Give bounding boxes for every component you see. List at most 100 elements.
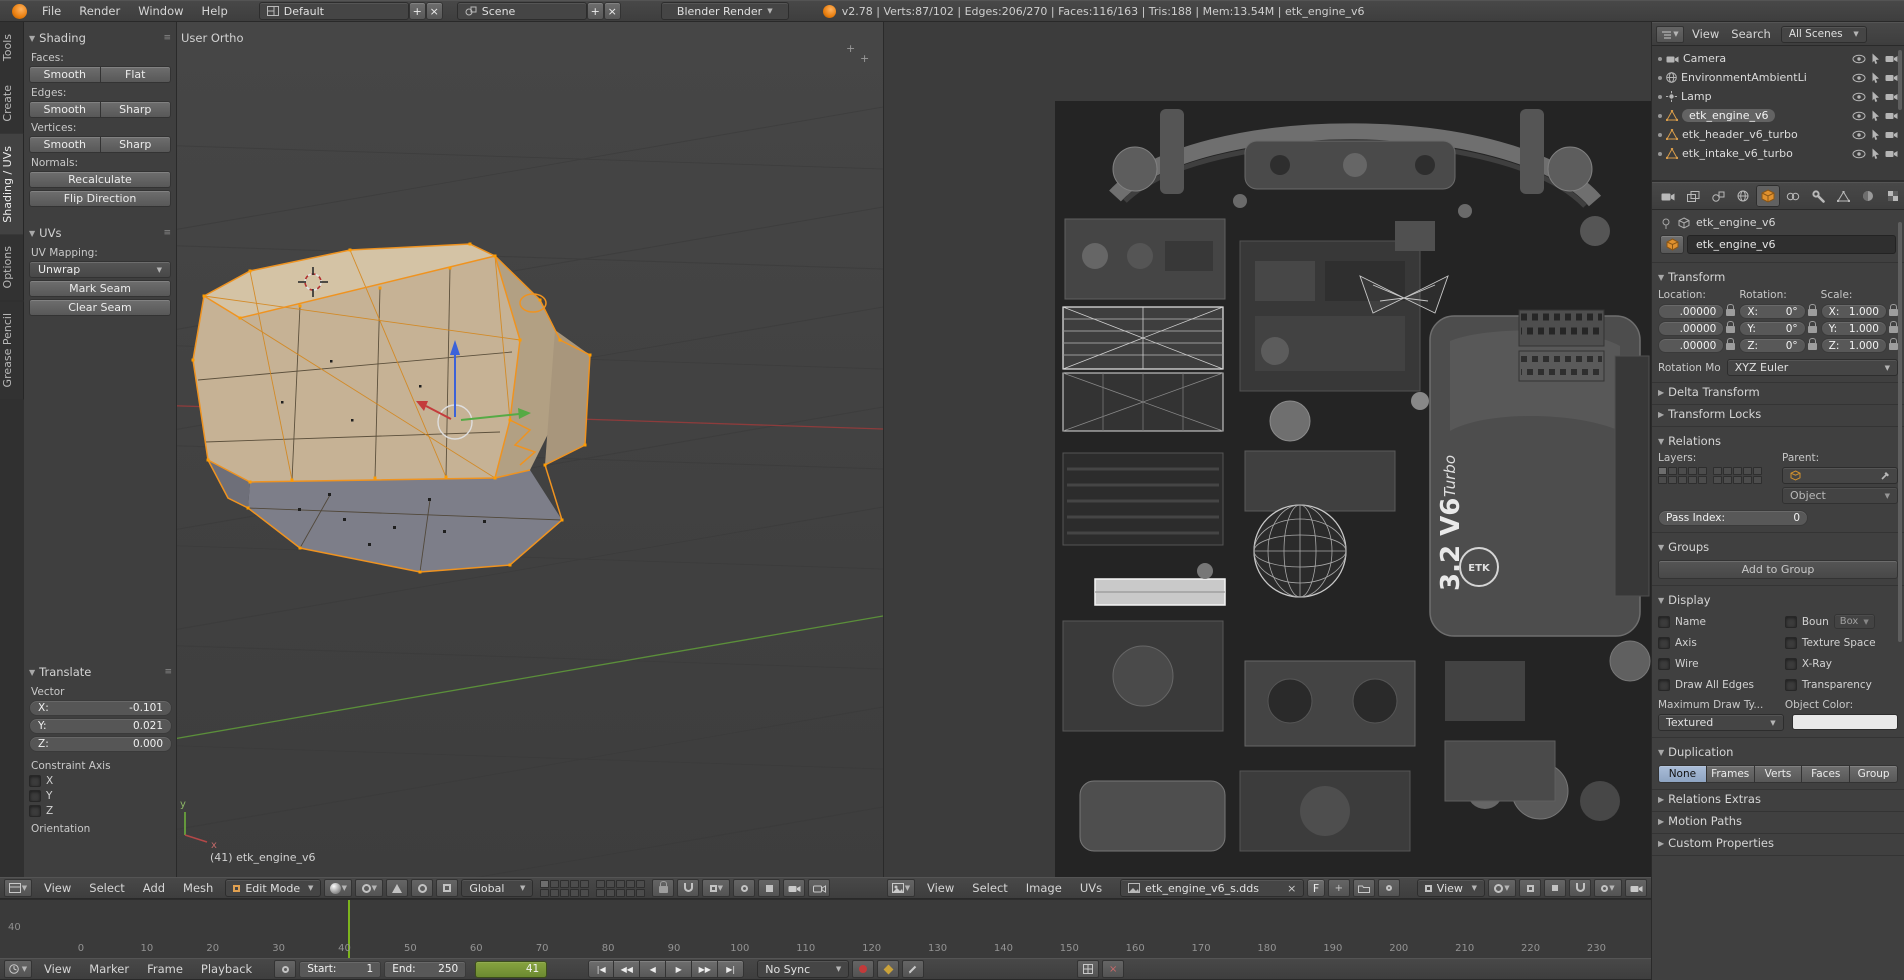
vertices-smooth-button[interactable]: Smooth xyxy=(29,136,101,153)
edges-smooth-button[interactable]: Smooth xyxy=(29,101,101,118)
selectability-cursor-icon[interactable] xyxy=(1871,129,1880,140)
mark-seam-button[interactable]: Mark Seam xyxy=(29,280,171,297)
display-transparency-checkbox[interactable] xyxy=(1785,679,1797,691)
lock-icon[interactable] xyxy=(1808,309,1817,316)
duplication-none-button[interactable]: None xyxy=(1658,765,1707,783)
tab-render[interactable] xyxy=(1656,185,1680,207)
opengl-anim-render-button[interactable] xyxy=(808,879,830,897)
pass-index-field[interactable]: Pass Index:0 xyxy=(1658,510,1808,526)
bounds-type-selector[interactable]: Box▼ xyxy=(1834,614,1875,629)
editor-type-button[interactable]: ▼ xyxy=(887,879,915,897)
new-image-button[interactable]: + xyxy=(1328,879,1350,897)
display-texture-space-checkbox[interactable] xyxy=(1785,637,1797,649)
manipulator-scale-button[interactable] xyxy=(436,879,458,897)
renderability-camera-icon[interactable] xyxy=(1885,92,1898,101)
duplication-frames-button[interactable]: Frames xyxy=(1707,765,1755,783)
duplication-faces-button[interactable]: Faces xyxy=(1802,765,1850,783)
snap-element-button[interactable]: ▼ xyxy=(702,879,730,897)
tab-create[interactable]: Create xyxy=(0,73,24,134)
motion-paths-panel-header[interactable]: ▶Motion Paths xyxy=(1652,812,1904,834)
region-split-icon[interactable]: + xyxy=(846,42,855,55)
menu-item[interactable]: UVs xyxy=(1071,878,1111,898)
object-color-swatch[interactable] xyxy=(1792,714,1898,730)
menu-item[interactable]: View xyxy=(35,959,80,979)
lock-icon[interactable] xyxy=(1889,343,1898,350)
menu-item[interactable]: File xyxy=(33,1,70,21)
tab-scene[interactable] xyxy=(1706,185,1730,207)
region-split-icon[interactable]: + xyxy=(860,52,869,65)
add-scene-button[interactable]: + xyxy=(587,2,604,20)
rotation-mode-selector[interactable]: XYZ Euler▼ xyxy=(1727,359,1898,376)
rotation-z-field[interactable]: Z:0° xyxy=(1739,338,1805,353)
menu-item[interactable]: Select xyxy=(80,878,133,898)
play-button[interactable]: ▶ xyxy=(666,960,692,978)
location-z-field[interactable]: .00000 xyxy=(1658,338,1724,353)
lock-icon[interactable] xyxy=(1889,326,1898,333)
display-name-checkbox[interactable] xyxy=(1658,616,1670,628)
renderability-camera-icon[interactable] xyxy=(1885,54,1898,63)
image-datablock-selector[interactable]: etk_engine_v6_s.dds × xyxy=(1120,879,1304,897)
eyedropper-icon[interactable] xyxy=(1880,470,1890,481)
visibility-eye-icon[interactable] xyxy=(1852,130,1866,140)
tab-texture[interactable] xyxy=(1881,185,1904,207)
tab-object-data[interactable] xyxy=(1831,185,1855,207)
lock-icon[interactable] xyxy=(1726,309,1735,316)
custom-properties-panel-header[interactable]: ▶Custom Properties xyxy=(1652,834,1904,856)
menu-item[interactable]: Image xyxy=(1017,878,1071,898)
uv-sync-selection-button[interactable] xyxy=(1519,879,1541,897)
tab-options[interactable]: Options xyxy=(0,234,24,300)
manipulator-translate-button[interactable] xyxy=(386,879,408,897)
object-layers-widget[interactable] xyxy=(1658,467,1774,484)
blender-logo-icon[interactable] xyxy=(12,4,27,19)
snap-toggle-button[interactable] xyxy=(677,879,699,897)
constraint-x-checkbox[interactable] xyxy=(29,775,41,787)
constraint-y-checkbox[interactable] xyxy=(29,790,41,802)
outliner-row-etk-intake[interactable]: etk_intake_v6_turbo xyxy=(1654,144,1902,163)
menu-item[interactable]: Mesh xyxy=(174,878,222,898)
parent-object-field[interactable] xyxy=(1782,467,1898,484)
duplication-panel-header[interactable]: ▼Duplication xyxy=(1658,741,1898,763)
menu-item[interactable]: View xyxy=(1686,23,1725,45)
render-result-button[interactable] xyxy=(1625,879,1647,897)
selectability-cursor-icon[interactable] xyxy=(1871,91,1880,102)
properties-scrollbar[interactable] xyxy=(1898,222,1902,642)
display-panel-header[interactable]: ▼Display xyxy=(1658,589,1898,611)
menu-item[interactable]: Select xyxy=(963,878,1016,898)
outliner-row-etk-engine[interactable]: etk_engine_v6 xyxy=(1654,106,1902,125)
menu-item[interactable]: Frame xyxy=(138,959,192,979)
outliner-scope-selector[interactable]: All Scenes ▼ xyxy=(1781,26,1867,43)
viewport-shading-button[interactable]: ▼ xyxy=(324,879,352,897)
open-image-button[interactable] xyxy=(1353,879,1375,897)
auto-keyframe-button[interactable] xyxy=(852,960,874,978)
manipulator-rotate-button[interactable] xyxy=(411,879,433,897)
renderability-camera-icon[interactable] xyxy=(1885,149,1898,158)
tab-render-layers[interactable] xyxy=(1681,185,1705,207)
lock-icon[interactable] xyxy=(1726,343,1735,350)
flip-direction-button[interactable]: Flip Direction xyxy=(29,190,171,207)
breadcrumb-object[interactable]: etk_engine_v6 xyxy=(1696,216,1775,229)
visibility-eye-icon[interactable] xyxy=(1852,111,1866,121)
uv-select-vertex-button[interactable] xyxy=(1544,879,1566,897)
outliner-row-environment[interactable]: EnvironmentAmbientLi xyxy=(1654,68,1902,87)
tab-tools[interactable]: Tools xyxy=(0,22,24,73)
menu-item[interactable]: Playback xyxy=(192,959,261,979)
frame-start-field[interactable]: Start:1 xyxy=(299,961,381,978)
max-draw-type-selector[interactable]: Textured▼ xyxy=(1658,714,1784,731)
display-axis-checkbox[interactable] xyxy=(1658,637,1670,649)
menu-item[interactable]: View xyxy=(35,878,80,898)
renderability-camera-icon[interactable] xyxy=(1885,73,1898,82)
uv-proportional-button[interactable]: ▼ xyxy=(1594,879,1622,897)
transform-panel-header[interactable]: ▼Transform xyxy=(1658,266,1898,288)
transform-locks-panel-header[interactable]: ▶Transform Locks xyxy=(1652,405,1904,427)
menu-item[interactable]: Render xyxy=(70,1,129,21)
uv-editor-canvas[interactable]: 3.2 V6 Turbo ETK xyxy=(883,22,1651,877)
location-x-field[interactable]: .00000 xyxy=(1658,304,1724,319)
lock-icon[interactable] xyxy=(1808,326,1817,333)
vertices-sharp-button[interactable]: Sharp xyxy=(101,136,172,153)
occlude-geometry-button[interactable] xyxy=(758,879,780,897)
location-y-field[interactable]: .00000 xyxy=(1658,321,1724,336)
relations-extras-panel-header[interactable]: ▶Relations Extras xyxy=(1652,790,1904,812)
menu-item[interactable]: Help xyxy=(193,1,237,21)
edges-sharp-button[interactable]: Sharp xyxy=(101,101,172,118)
menu-item[interactable]: View xyxy=(918,878,963,898)
